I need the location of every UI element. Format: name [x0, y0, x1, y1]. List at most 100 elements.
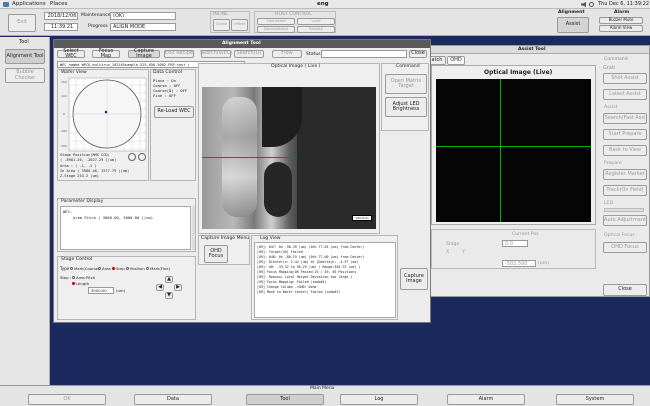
top-system-bar: Applications Places eng Thu Dec 6, 11:39…: [0, 0, 650, 9]
time-field: 11:39:21: [44, 23, 78, 31]
image-dark-blob: [264, 162, 292, 217]
wafer-zoom-in-icon[interactable]: [128, 153, 136, 161]
latest-assist-button[interactable]: Latest Assist: [603, 89, 647, 100]
assist-image-title: Optical Image (Live): [484, 69, 553, 76]
step-label: Step :: [60, 275, 72, 280]
length-input[interactable]: 3000.00: [88, 287, 114, 294]
command-title: Command: [396, 64, 420, 69]
host-disconnected-button[interactable]: Disconnected: [257, 26, 295, 33]
date-field: 2018/12/06: [44, 12, 78, 20]
host-local-button[interactable]: Local: [297, 18, 335, 25]
grab-button[interactable]: Grab: [603, 66, 647, 72]
log-line-1: [09]: #47: 0n -90.39 (um) (0th 77.05 (um…: [257, 245, 365, 249]
exit-button[interactable]: Exit: [8, 14, 36, 32]
ohd-focus-button[interactable]: OHD Focus: [204, 245, 228, 263]
adjust-led-brightness-button[interactable]: Adjust LED Brightness: [385, 97, 427, 117]
jog-left-icon[interactable]: ◀: [156, 284, 164, 291]
radio-mark-coarse[interactable]: [70, 267, 73, 270]
maintenance-value: (OK): [110, 12, 176, 20]
stage-control-title: Stage Control: [61, 257, 93, 262]
menu-alarm-button[interactable]: Alarm: [447, 394, 525, 405]
main-menu-title: Main Menu: [310, 386, 335, 391]
log-line-7: [09]: Reason) Local Height Deviation too…: [257, 275, 353, 279]
focus-map-button[interactable]: Focus Map: [92, 48, 120, 59]
alignment-tool-button[interactable]: Alignment Tool: [5, 49, 45, 64]
image-structure-top: [262, 87, 302, 147]
led-slider[interactable]: [604, 208, 644, 212]
svg-text:0: 0: [63, 112, 65, 116]
power-icon[interactable]: [589, 2, 594, 7]
at-close-button[interactable]: Close: [409, 50, 427, 58]
capture-image-cmd-button[interactable]: Capture Image: [400, 268, 428, 290]
radio-length[interactable]: [72, 282, 75, 285]
select-wec-button[interactable]: Select WEC: [57, 48, 85, 59]
back-to-view-button[interactable]: Back to View: [603, 145, 647, 156]
bubble-checker-button[interactable]: Bubble Checker: [5, 68, 45, 83]
radio-step[interactable]: [112, 267, 115, 270]
length-label: Length: [76, 281, 90, 286]
crosshair-horizontal: [436, 146, 591, 147]
wafer-view-title: Wafer View: [61, 70, 87, 75]
alarm-title: Alarm: [614, 10, 630, 15]
volume-icon[interactable]: [581, 2, 586, 7]
reload-wec-button[interactable]: Re-Load WEC: [154, 106, 194, 118]
main-menu-bar: Main Menu OK Data Tool Log Alarm System: [0, 385, 650, 406]
offline-button[interactable]: Offline: [231, 19, 248, 31]
menu-log-button[interactable]: Log: [340, 394, 418, 405]
auto-adjustment-button[interactable]: Auto Adjustment: [603, 215, 647, 226]
assist-button[interactable]: Assist: [557, 17, 589, 33]
menu-ok-button[interactable]: OK: [28, 394, 106, 405]
window-title: eng: [317, 1, 329, 7]
online-button[interactable]: Online: [213, 19, 230, 31]
wafer-view-panel: Wafer View 150 100 0 -100 -150 Stage Positio…: [57, 69, 149, 181]
search-wec-button[interactable]: Search(WEC): [200, 50, 232, 58]
assist-command-title: Command: [604, 57, 628, 62]
y-label: Y: [462, 250, 465, 255]
jog-up-icon[interactable]: ▲: [165, 276, 173, 283]
start-prepare-button[interactable]: Start Prepare: [603, 129, 647, 140]
jog-down-icon[interactable]: ▼: [165, 292, 173, 299]
assist-live-image: [436, 79, 591, 222]
assist-title-bar: Assist Tool: [428, 46, 649, 54]
host-connected-button[interactable]: Connected: [257, 18, 295, 25]
optical-live-image[interactable]: 100.0um: [202, 87, 376, 229]
tool-panel: Tool Alignment Tool Bubble Checker: [0, 37, 50, 385]
log-line-9: [09] Change Column ->OHD: Done: [257, 285, 317, 289]
optical-image-panel: Optical Image ( Live ) 100.0um: [198, 63, 380, 234]
radio-area[interactable]: [98, 267, 101, 270]
shot-assist-button[interactable]: Shot Assist: [603, 73, 647, 84]
assist-close-button[interactable]: Close: [603, 284, 647, 296]
log-line-4: [09]: DCenter(x: 2.44 (um) at [Ddelta(h:…: [257, 260, 359, 264]
led-section-label: LED: [604, 201, 613, 206]
buzzer-mute-button[interactable]: Buzzer Mute: [599, 17, 643, 24]
radio-area-pitch[interactable]: [72, 276, 75, 279]
alarm-view-button[interactable]: Alarm View: [599, 25, 643, 32]
jog-right-icon[interactable]: ▶: [174, 284, 182, 291]
stage-position-label: Stage Position(RMS CCD): [60, 153, 110, 157]
capture-image-button[interactable]: Capture Image: [128, 48, 160, 59]
length-unit: (um): [116, 288, 126, 293]
register-marker-button[interactable]: Register Marker: [603, 169, 647, 180]
wafer-zoom-out-icon[interactable]: [138, 153, 146, 161]
places-menu[interactable]: Places: [50, 1, 68, 7]
capture-image-menu-panel: Capture Image Menu OHD Focus: [198, 235, 250, 265]
apps-menu[interactable]: Applications: [12, 1, 46, 7]
open-matrix-target-button[interactable]: Open Matrix Target: [385, 74, 427, 94]
menu-system-button[interactable]: System: [556, 394, 634, 405]
radio-position[interactable]: [126, 267, 129, 270]
host-control-group: HOST CONTROL Connected Disconnected Loca…: [254, 11, 336, 33]
search-d-button[interactable]: Search(D): [234, 50, 264, 58]
edit-recipe-button[interactable]: Edit Recipe: [164, 50, 194, 58]
ohd-focus-assist-button[interactable]: OHD Focus: [603, 242, 647, 253]
wafer-map[interactable]: 150 100 0 -100 -150: [60, 77, 148, 152]
tab-ohd[interactable]: OHD: [447, 56, 465, 65]
track-on-field-button[interactable]: Track(On Field): [603, 185, 647, 196]
radio-mark-fine[interactable]: [146, 267, 149, 270]
menu-tool-button[interactable]: Tool: [246, 394, 324, 405]
host-remote-button[interactable]: Remote: [297, 26, 335, 33]
parameter-scrollbar[interactable]: [192, 206, 195, 250]
search-fast-assist-button[interactable]: Search(Fast Assi: [603, 113, 647, 124]
parameter-display-box: WEC: Area Pitch ( 3000.00, 3000.00 )(um): [60, 206, 191, 250]
menu-data-button[interactable]: Data: [134, 394, 212, 405]
flow-button[interactable]: Flow: [272, 50, 302, 58]
